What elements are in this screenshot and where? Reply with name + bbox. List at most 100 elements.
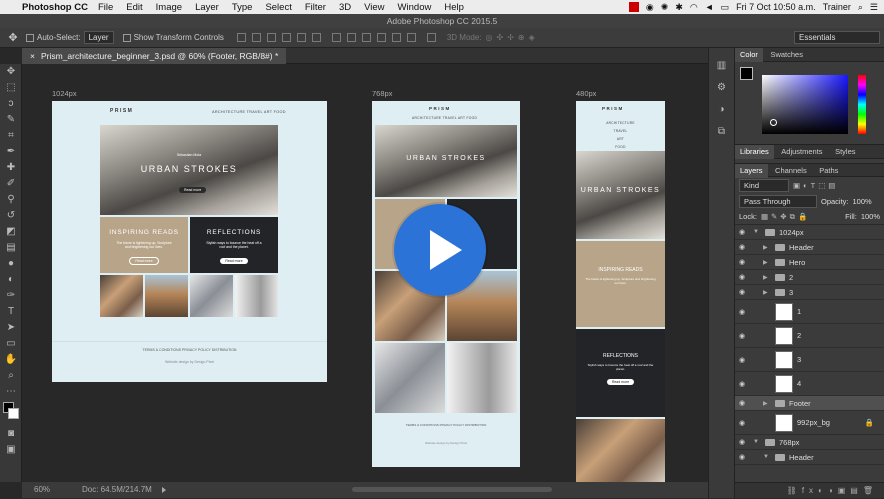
visibility-eye-icon[interactable]: ◉: [735, 288, 749, 296]
distribute-hcenter-icon[interactable]: [391, 33, 401, 42]
layer-row[interactable]: ◉ ▶ 2: [735, 270, 884, 285]
tab-paths[interactable]: Paths: [814, 164, 843, 178]
visibility-eye-icon[interactable]: ◉: [735, 453, 749, 461]
eyedropper-tool-icon[interactable]: ✒: [0, 144, 22, 160]
layer-row[interactable]: ◉ 992px_bg 🔒: [735, 411, 884, 435]
layer-row[interactable]: ◉ ▶ Header: [735, 240, 884, 255]
visibility-eye-icon[interactable]: ◉: [735, 308, 749, 316]
auto-select-checkbox[interactable]: [26, 33, 34, 42]
color-field[interactable]: [762, 75, 848, 134]
type-tool-icon[interactable]: T: [0, 304, 22, 320]
show-transform-checkbox[interactable]: [122, 33, 131, 42]
menu-select[interactable]: Select: [265, 2, 291, 13]
expand-triangle-icon[interactable]: ▼: [753, 229, 761, 235]
screen-mode-icon[interactable]: ▣: [0, 442, 22, 458]
history-brush-icon[interactable]: ↺: [0, 208, 22, 224]
quick-select-tool-icon[interactable]: ✎: [0, 112, 22, 128]
artboard-480[interactable]: PRISM ARCHITECTURE TRAVEL ART FOOD URBAN…: [576, 101, 665, 482]
background-color[interactable]: [8, 408, 19, 419]
expand-triangle-icon[interactable]: ▶: [763, 259, 771, 266]
auto-select-dropdown[interactable]: Layer: [83, 31, 114, 44]
align-right-icon[interactable]: [311, 33, 321, 42]
nav-item-art[interactable]: ART: [576, 135, 665, 143]
filter-kind-dropdown[interactable]: Kind: [739, 178, 789, 192]
layers-footer-icons[interactable]: ⛓fx◐◑▣▤🗑: [735, 482, 884, 498]
layer-row[interactable]: ◉ 4: [735, 372, 884, 396]
properties-panel-icon[interactable]: ⚙: [709, 80, 734, 96]
tab-layers[interactable]: Layers: [735, 164, 768, 178]
status-arrow-icon[interactable]: [162, 487, 168, 493]
gradient-tool-icon[interactable]: ▤: [0, 240, 22, 256]
healing-tool-icon[interactable]: ✚: [0, 160, 22, 176]
visibility-eye-icon[interactable]: ◉: [735, 399, 749, 407]
app-menu[interactable]: Photoshop CC: [22, 2, 88, 13]
marquee-tool-icon[interactable]: ⬚: [0, 80, 22, 96]
visibility-eye-icon[interactable]: ◉: [735, 332, 749, 340]
paths-panel-icon[interactable]: ⧉: [709, 124, 734, 140]
distribute-right-icon[interactable]: [406, 33, 416, 42]
quick-mask-icon[interactable]: ◙: [0, 426, 22, 442]
layer-row[interactable]: ◉ ▼ 768px: [735, 435, 884, 450]
move-tool-icon[interactable]: ✥: [0, 31, 26, 44]
wifi-icon[interactable]: ◠: [690, 2, 698, 13]
sync-icon[interactable]: ✺: [661, 2, 669, 13]
expand-triangle-icon[interactable]: ▶: [763, 274, 771, 281]
user-name[interactable]: Trainer: [823, 2, 851, 12]
hue-slider[interactable]: [858, 75, 866, 134]
blend-mode-dropdown[interactable]: Pass Through: [739, 194, 817, 208]
nav-item-travel[interactable]: TRAVEL: [576, 127, 665, 135]
horizontal-scrollbar[interactable]: [352, 487, 552, 492]
distribute-left-icon[interactable]: [376, 33, 386, 42]
menu-image[interactable]: Image: [156, 2, 182, 13]
fill-value[interactable]: 100%: [861, 212, 880, 221]
layer-row[interactable]: ◉ 1: [735, 300, 884, 324]
layer-row[interactable]: ◉ 3: [735, 348, 884, 372]
align-bottom-icon[interactable]: [266, 33, 276, 42]
lasso-tool-icon[interactable]: ↄ: [0, 96, 22, 112]
filter-icons[interactable]: ▣◐T⬚▤: [793, 181, 838, 190]
doc-size[interactable]: Doc: 64.5M/214.7M: [82, 482, 152, 498]
menu-file[interactable]: File: [98, 2, 113, 13]
tab-styles[interactable]: Styles: [830, 145, 860, 159]
menu-layer[interactable]: Layer: [195, 2, 219, 13]
layer-row[interactable]: ◉ ▶ 3: [735, 285, 884, 300]
menu-help[interactable]: Help: [444, 2, 464, 13]
creative-cloud-icon[interactable]: ◉: [646, 2, 654, 13]
tab-adjustments[interactable]: Adjustments: [776, 145, 827, 159]
menu-type[interactable]: Type: [232, 2, 253, 13]
volume-icon[interactable]: ◄: [705, 2, 714, 12]
workspace-dropdown[interactable]: Essentials: [794, 31, 880, 44]
visibility-eye-icon[interactable]: ◉: [735, 273, 749, 281]
artboard-label-1024[interactable]: 1024px: [52, 89, 77, 98]
eraser-tool-icon[interactable]: ◩: [0, 224, 22, 240]
visibility-eye-icon[interactable]: ◉: [735, 228, 749, 236]
pen-tool-icon[interactable]: ✑: [0, 288, 22, 304]
expand-triangle-icon[interactable]: ▼: [753, 439, 761, 445]
expand-triangle-icon[interactable]: ▶: [763, 400, 771, 407]
lock-icons[interactable]: ▦✎✥⧉🔒: [761, 212, 810, 222]
nav-item-architecture[interactable]: ARCHITECTURE: [576, 119, 665, 127]
menu-filter[interactable]: Filter: [305, 2, 326, 13]
menu-view[interactable]: View: [364, 2, 384, 13]
align-top-icon[interactable]: [236, 33, 246, 42]
tab-swatches[interactable]: Swatches: [765, 48, 808, 62]
nav-item-food[interactable]: FOOD: [576, 143, 665, 151]
align-left-icon[interactable]: [281, 33, 291, 42]
color-swatches[interactable]: [0, 400, 21, 426]
zoom-tool-icon[interactable]: ⌕: [0, 368, 22, 384]
zoom-level[interactable]: 60%: [34, 482, 50, 498]
adjustments-panel-icon[interactable]: ◑: [709, 102, 734, 118]
auto-align-icon[interactable]: [426, 33, 436, 42]
layer-row[interactable]: ◉ 2: [735, 324, 884, 348]
document-tab[interactable]: × Prism_architecture_beginner_3.psd @ 60…: [22, 48, 287, 64]
align-hcenter-icon[interactable]: [296, 33, 306, 42]
tab-color[interactable]: Color: [735, 48, 763, 62]
menu-edit[interactable]: Edit: [126, 2, 142, 13]
search-icon[interactable]: ⌕: [858, 2, 863, 13]
layer-row[interactable]: ◉ ▶ Hero: [735, 255, 884, 270]
layer-row[interactable]: ◉ ▼ Header: [735, 450, 884, 465]
move-tool-icon[interactable]: ✥: [0, 64, 22, 80]
clock[interactable]: Fri 7 Oct 10:50 a.m.: [736, 2, 816, 12]
more-tools-icon[interactable]: ⋯: [0, 384, 22, 400]
tab-libraries[interactable]: Libraries: [735, 145, 774, 159]
